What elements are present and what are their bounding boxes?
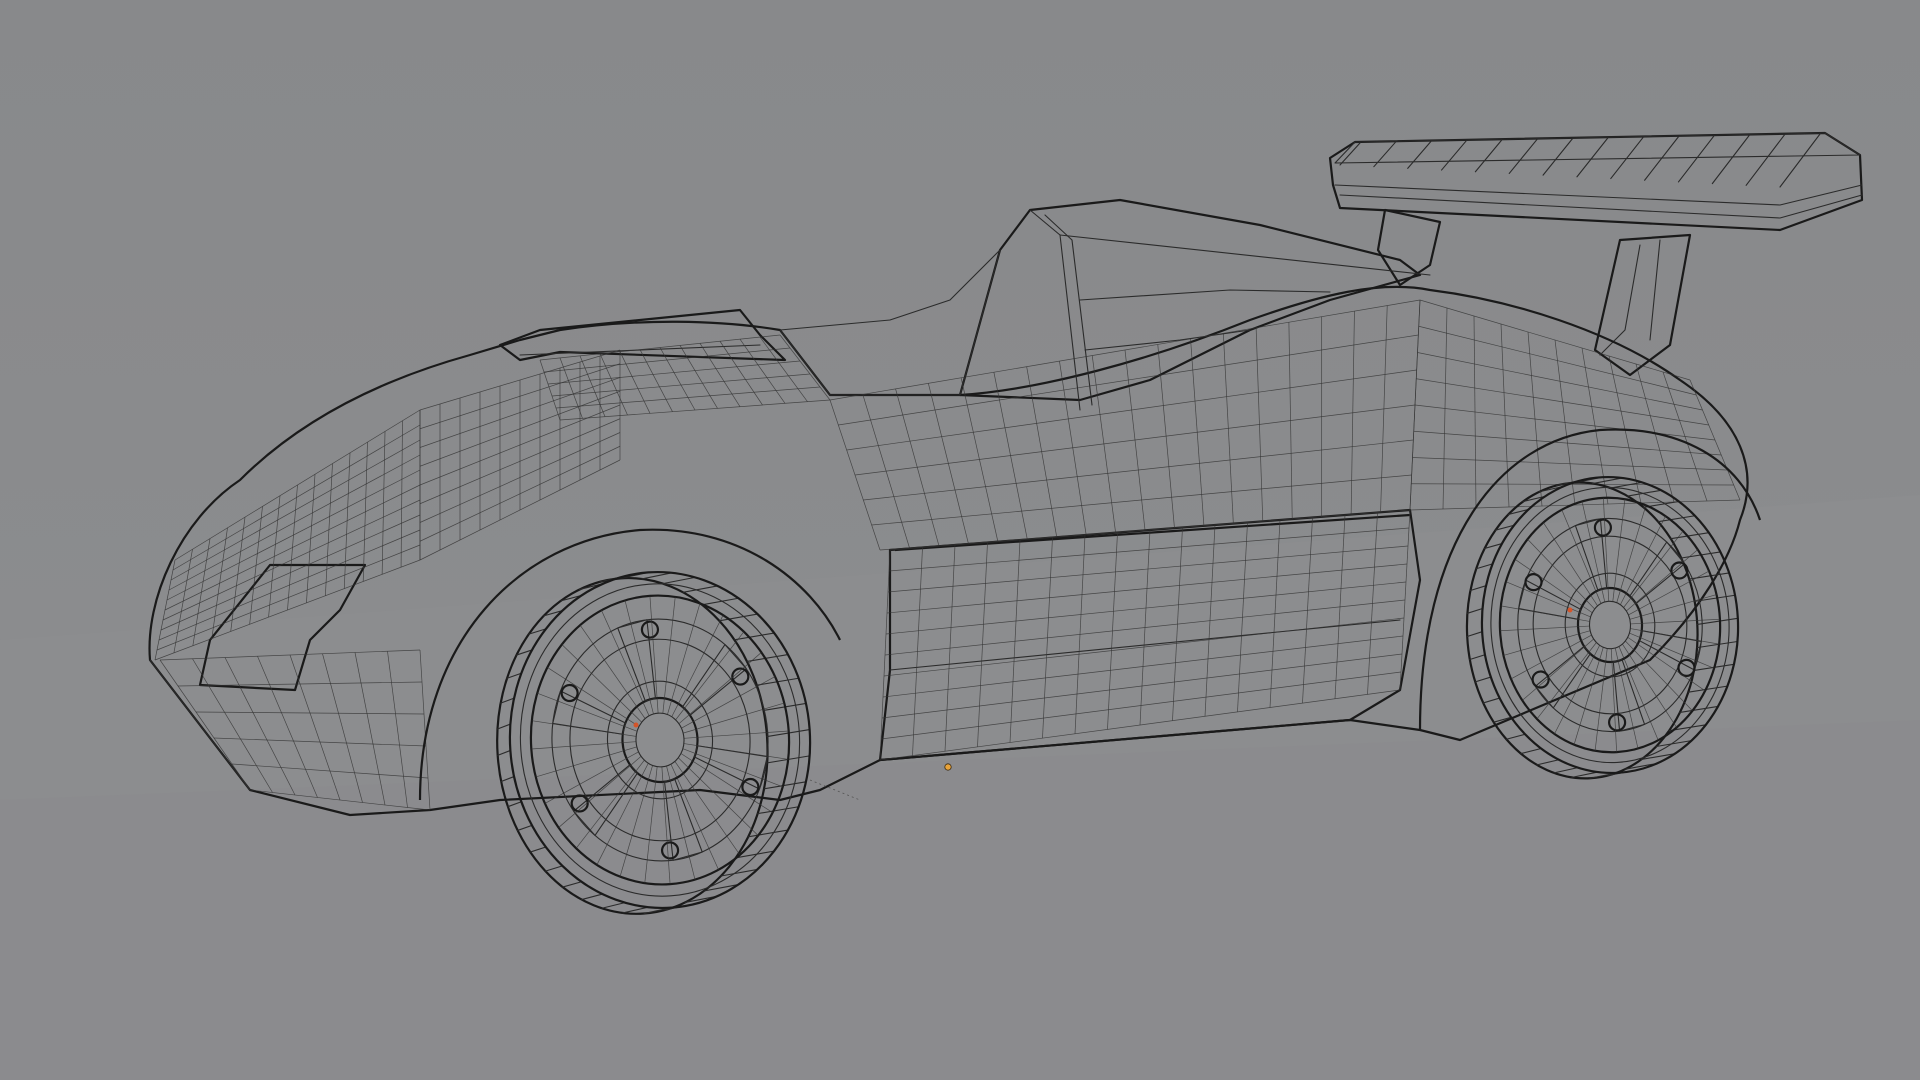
vertex-marker[interactable] (1567, 607, 1573, 613)
viewport-canvas[interactable] (0, 0, 1920, 1080)
vertex-marker[interactable] (633, 722, 639, 728)
3d-viewport[interactable] (0, 0, 1920, 1080)
vertex-marker[interactable] (944, 763, 952, 771)
